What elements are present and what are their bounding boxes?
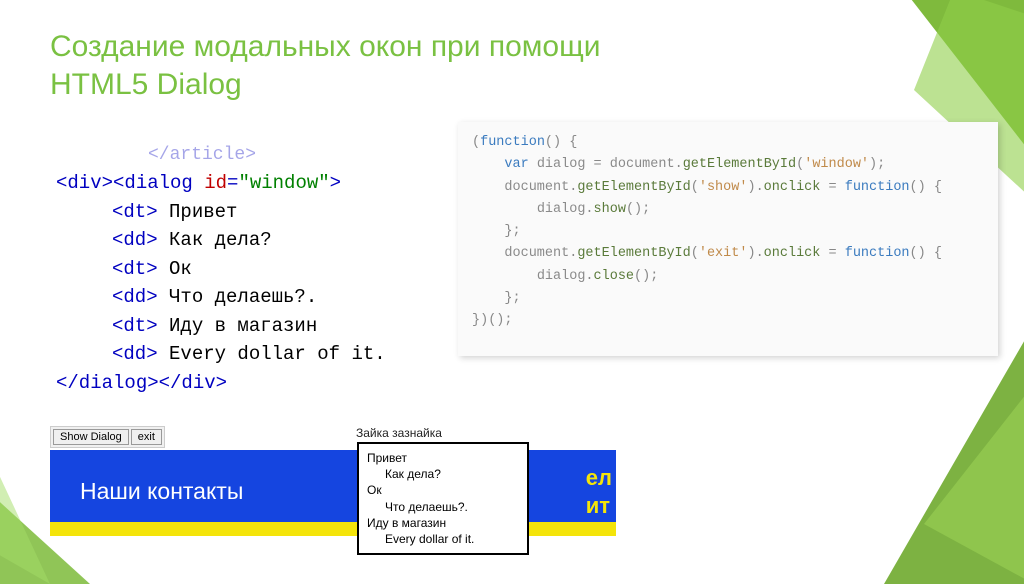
dialog-dt: Ок <box>367 482 519 498</box>
show-dialog-button[interactable]: Show Dialog <box>53 429 129 445</box>
dialog-popup: Привет Как дела? Ок Что делаешь?. Иду в … <box>357 442 529 555</box>
code-line: </article> <box>56 142 464 169</box>
code-line: document.getElementById('exit').onclick … <box>472 243 984 265</box>
code-line: (function() { <box>472 132 984 154</box>
page-caption: Зайка зазнайка <box>356 426 442 440</box>
dialog-dd: Every dollar of it. <box>385 531 519 547</box>
code-line: }; <box>472 221 984 243</box>
exit-button[interactable]: exit <box>131 429 162 445</box>
code-line: var dialog = document.getElementById('wi… <box>472 154 984 176</box>
deco-triangle <box>864 324 1024 584</box>
dialog-dt: Привет <box>367 450 519 466</box>
code-line: document.getElementById('show').onclick … <box>472 177 984 199</box>
dialog-dt: Иду в магазин <box>367 515 519 531</box>
button-bar: Show Dialog exit <box>50 426 165 448</box>
html-code-block: </article> <div><dialog id="window"> <dt… <box>50 138 470 401</box>
code-line: <dt> Привет <box>56 198 464 227</box>
dialog-dd: Что делаешь?. <box>385 499 519 515</box>
browser-mock: Show Dialog exit Зайка зазнайка Наши кон… <box>50 426 618 536</box>
code-line: </dialog></div> <box>56 369 464 398</box>
dialog-dd: Как дела? <box>385 466 519 482</box>
slide-title: Создание модальных окон при помощи HTML5… <box>50 28 690 103</box>
code-line: })(); <box>472 310 984 332</box>
code-line: <dd> Every dollar of it. <box>56 340 464 369</box>
code-line: dialog.show(); <box>472 199 984 221</box>
code-line: }; <box>472 288 984 310</box>
code-line: <dt> Ок <box>56 255 464 284</box>
banner-heading: Наши контакты <box>80 478 243 505</box>
code-line: <dt> Иду в магазин <box>56 312 464 341</box>
code-line: dialog.close(); <box>472 266 984 288</box>
code-line: <dd> Что делаешь?. <box>56 283 464 312</box>
hero-banner: Наши контакты елит <box>50 450 616 536</box>
code-line: <div><dialog id="window"> <box>56 169 464 198</box>
code-line: <dd> Как дела? <box>56 226 464 255</box>
banner-truncated-text: елит <box>586 464 612 519</box>
js-code-block: (function() { var dialog = document.getE… <box>458 122 998 356</box>
